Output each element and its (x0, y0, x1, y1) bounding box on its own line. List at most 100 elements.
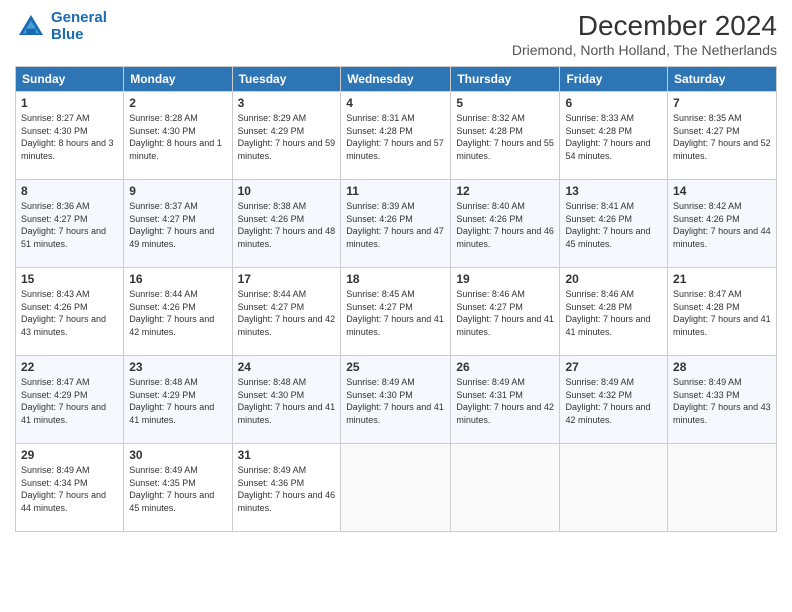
day-number: 14 (673, 184, 771, 198)
col-sunday: Sunday (16, 67, 124, 92)
calendar-cell (560, 444, 668, 532)
calendar-cell: 8 Sunrise: 8:36 AMSunset: 4:27 PMDayligh… (16, 180, 124, 268)
day-info: Sunrise: 8:40 AMSunset: 4:26 PMDaylight:… (456, 201, 554, 249)
day-info: Sunrise: 8:49 AMSunset: 4:31 PMDaylight:… (456, 377, 554, 425)
calendar-cell (451, 444, 560, 532)
day-info: Sunrise: 8:44 AMSunset: 4:27 PMDaylight:… (238, 289, 336, 337)
calendar-cell: 9 Sunrise: 8:37 AMSunset: 4:27 PMDayligh… (124, 180, 232, 268)
subtitle: Driemond, North Holland, The Netherlands (512, 42, 777, 58)
day-info: Sunrise: 8:28 AMSunset: 4:30 PMDaylight:… (129, 113, 222, 161)
day-number: 29 (21, 448, 118, 462)
day-number: 28 (673, 360, 771, 374)
day-info: Sunrise: 8:46 AMSunset: 4:27 PMDaylight:… (456, 289, 554, 337)
col-tuesday: Tuesday (232, 67, 341, 92)
calendar-cell: 5 Sunrise: 8:32 AMSunset: 4:28 PMDayligh… (451, 92, 560, 180)
day-number: 17 (238, 272, 336, 286)
day-info: Sunrise: 8:49 AMSunset: 4:32 PMDaylight:… (565, 377, 650, 425)
logo-icon (15, 11, 47, 43)
header: General Blue December 2024 Driemond, Nor… (15, 10, 777, 58)
day-number: 1 (21, 96, 118, 110)
day-number: 22 (21, 360, 118, 374)
calendar-cell: 11 Sunrise: 8:39 AMSunset: 4:26 PMDaylig… (341, 180, 451, 268)
calendar-week-5: 29 Sunrise: 8:49 AMSunset: 4:34 PMDaylig… (16, 444, 777, 532)
calendar-cell: 4 Sunrise: 8:31 AMSunset: 4:28 PMDayligh… (341, 92, 451, 180)
day-number: 23 (129, 360, 226, 374)
day-info: Sunrise: 8:49 AMSunset: 4:33 PMDaylight:… (673, 377, 771, 425)
logo-line1: General (51, 9, 107, 26)
calendar-cell (341, 444, 451, 532)
page: General Blue December 2024 Driemond, Nor… (0, 0, 792, 612)
calendar-cell: 6 Sunrise: 8:33 AMSunset: 4:28 PMDayligh… (560, 92, 668, 180)
header-row: Sunday Monday Tuesday Wednesday Thursday… (16, 67, 777, 92)
day-number: 11 (346, 184, 445, 198)
col-friday: Friday (560, 67, 668, 92)
col-saturday: Saturday (668, 67, 777, 92)
calendar-header: Sunday Monday Tuesday Wednesday Thursday… (16, 67, 777, 92)
calendar-cell (668, 444, 777, 532)
day-info: Sunrise: 8:48 AMSunset: 4:30 PMDaylight:… (238, 377, 336, 425)
calendar-cell: 20 Sunrise: 8:46 AMSunset: 4:28 PMDaylig… (560, 268, 668, 356)
calendar-cell: 15 Sunrise: 8:43 AMSunset: 4:26 PMDaylig… (16, 268, 124, 356)
day-number: 9 (129, 184, 226, 198)
calendar: Sunday Monday Tuesday Wednesday Thursday… (15, 66, 777, 532)
logo-line2: Blue (51, 26, 84, 43)
calendar-cell: 21 Sunrise: 8:47 AMSunset: 4:28 PMDaylig… (668, 268, 777, 356)
day-number: 2 (129, 96, 226, 110)
logo: General Blue (15, 10, 107, 43)
calendar-week-2: 8 Sunrise: 8:36 AMSunset: 4:27 PMDayligh… (16, 180, 777, 268)
calendar-cell: 27 Sunrise: 8:49 AMSunset: 4:32 PMDaylig… (560, 356, 668, 444)
day-info: Sunrise: 8:27 AMSunset: 4:30 PMDaylight:… (21, 113, 114, 161)
calendar-cell: 30 Sunrise: 8:49 AMSunset: 4:35 PMDaylig… (124, 444, 232, 532)
day-info: Sunrise: 8:29 AMSunset: 4:29 PMDaylight:… (238, 113, 336, 161)
day-number: 7 (673, 96, 771, 110)
calendar-cell: 14 Sunrise: 8:42 AMSunset: 4:26 PMDaylig… (668, 180, 777, 268)
day-info: Sunrise: 8:32 AMSunset: 4:28 PMDaylight:… (456, 113, 554, 161)
calendar-cell: 31 Sunrise: 8:49 AMSunset: 4:36 PMDaylig… (232, 444, 341, 532)
col-monday: Monday (124, 67, 232, 92)
day-number: 19 (456, 272, 554, 286)
calendar-cell: 28 Sunrise: 8:49 AMSunset: 4:33 PMDaylig… (668, 356, 777, 444)
day-info: Sunrise: 8:48 AMSunset: 4:29 PMDaylight:… (129, 377, 214, 425)
day-info: Sunrise: 8:41 AMSunset: 4:26 PMDaylight:… (565, 201, 650, 249)
day-number: 12 (456, 184, 554, 198)
day-info: Sunrise: 8:49 AMSunset: 4:30 PMDaylight:… (346, 377, 444, 425)
calendar-cell: 23 Sunrise: 8:48 AMSunset: 4:29 PMDaylig… (124, 356, 232, 444)
day-number: 26 (456, 360, 554, 374)
day-number: 4 (346, 96, 445, 110)
day-info: Sunrise: 8:36 AMSunset: 4:27 PMDaylight:… (21, 201, 106, 249)
day-number: 5 (456, 96, 554, 110)
day-info: Sunrise: 8:49 AMSunset: 4:34 PMDaylight:… (21, 465, 106, 513)
day-number: 30 (129, 448, 226, 462)
main-title: December 2024 (512, 10, 777, 42)
day-info: Sunrise: 8:39 AMSunset: 4:26 PMDaylight:… (346, 201, 444, 249)
day-number: 21 (673, 272, 771, 286)
calendar-cell: 10 Sunrise: 8:38 AMSunset: 4:26 PMDaylig… (232, 180, 341, 268)
day-info: Sunrise: 8:43 AMSunset: 4:26 PMDaylight:… (21, 289, 106, 337)
logo-text: General Blue (51, 10, 107, 43)
day-info: Sunrise: 8:49 AMSunset: 4:36 PMDaylight:… (238, 465, 336, 513)
day-number: 31 (238, 448, 336, 462)
day-number: 6 (565, 96, 662, 110)
calendar-cell: 7 Sunrise: 8:35 AMSunset: 4:27 PMDayligh… (668, 92, 777, 180)
calendar-cell: 17 Sunrise: 8:44 AMSunset: 4:27 PMDaylig… (232, 268, 341, 356)
calendar-cell: 16 Sunrise: 8:44 AMSunset: 4:26 PMDaylig… (124, 268, 232, 356)
day-number: 8 (21, 184, 118, 198)
calendar-cell: 1 Sunrise: 8:27 AMSunset: 4:30 PMDayligh… (16, 92, 124, 180)
day-info: Sunrise: 8:42 AMSunset: 4:26 PMDaylight:… (673, 201, 771, 249)
day-number: 25 (346, 360, 445, 374)
day-number: 27 (565, 360, 662, 374)
calendar-cell: 2 Sunrise: 8:28 AMSunset: 4:30 PMDayligh… (124, 92, 232, 180)
day-info: Sunrise: 8:38 AMSunset: 4:26 PMDaylight:… (238, 201, 336, 249)
day-info: Sunrise: 8:46 AMSunset: 4:28 PMDaylight:… (565, 289, 650, 337)
day-info: Sunrise: 8:47 AMSunset: 4:29 PMDaylight:… (21, 377, 106, 425)
day-info: Sunrise: 8:45 AMSunset: 4:27 PMDaylight:… (346, 289, 444, 337)
calendar-week-4: 22 Sunrise: 8:47 AMSunset: 4:29 PMDaylig… (16, 356, 777, 444)
calendar-cell: 13 Sunrise: 8:41 AMSunset: 4:26 PMDaylig… (560, 180, 668, 268)
calendar-body: 1 Sunrise: 8:27 AMSunset: 4:30 PMDayligh… (16, 92, 777, 532)
col-thursday: Thursday (451, 67, 560, 92)
calendar-cell: 3 Sunrise: 8:29 AMSunset: 4:29 PMDayligh… (232, 92, 341, 180)
day-number: 16 (129, 272, 226, 286)
col-wednesday: Wednesday (341, 67, 451, 92)
calendar-week-1: 1 Sunrise: 8:27 AMSunset: 4:30 PMDayligh… (16, 92, 777, 180)
calendar-cell: 19 Sunrise: 8:46 AMSunset: 4:27 PMDaylig… (451, 268, 560, 356)
